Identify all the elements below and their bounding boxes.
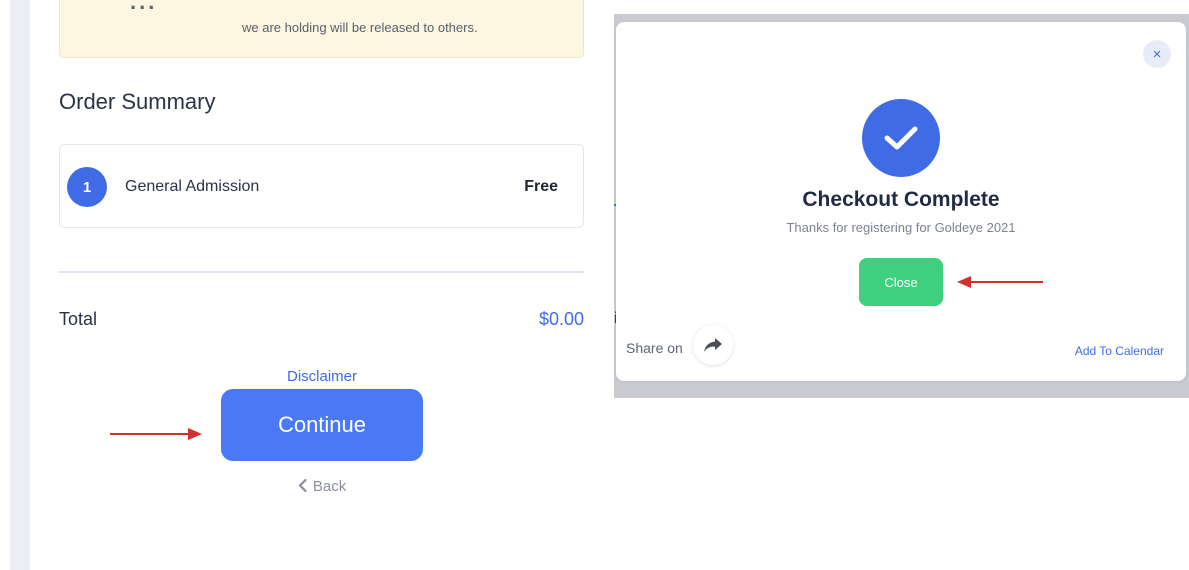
- close-icon[interactable]: ×: [1143, 40, 1171, 68]
- disclaimer-link[interactable]: Disclaimer: [222, 368, 422, 385]
- modal-title: Checkout Complete: [802, 188, 1000, 211]
- hold-notice: ... we are holding will be released to o…: [59, 0, 584, 58]
- chevron-left-icon: [298, 478, 311, 495]
- share-button[interactable]: [693, 325, 733, 365]
- ticket-name: General Admission: [125, 178, 260, 195]
- close-button[interactable]: Close: [859, 258, 943, 306]
- share-label: Share on: [626, 340, 683, 356]
- share-arrow-icon: [704, 338, 722, 352]
- total-label: Total: [59, 309, 98, 329]
- left-rail-bar: [10, 0, 30, 570]
- red-arrow-icon: [110, 428, 202, 440]
- back-link[interactable]: Back: [222, 478, 422, 495]
- checkout-complete-modal: × Checkout Complete Thanks for registeri…: [616, 22, 1186, 381]
- order-item-card: 1 General Admission Free: [59, 144, 584, 228]
- quantity-badge: 1: [67, 167, 107, 207]
- left-rail: [0, 0, 30, 570]
- total-value: $0.00: [538, 309, 584, 329]
- continue-button[interactable]: Continue: [221, 389, 423, 461]
- ticket-price: Free: [524, 178, 558, 195]
- notice-clipped-text: ...: [130, 0, 158, 14]
- back-label: Back: [312, 478, 347, 495]
- modal-subtitle: Thanks for registering for Goldeye 2021: [786, 220, 1016, 235]
- check-icon: [862, 99, 940, 177]
- order-summary-heading: Order Summary: [59, 89, 216, 114]
- checkout-screenshot: ... we are holding will be released to o…: [0, 0, 1189, 570]
- add-to-calendar-link[interactable]: Add To Calendar: [1075, 344, 1164, 358]
- notice-text: we are holding will be released to other…: [242, 20, 478, 35]
- red-arrow-icon: [957, 276, 1043, 288]
- summary-divider: [59, 271, 584, 273]
